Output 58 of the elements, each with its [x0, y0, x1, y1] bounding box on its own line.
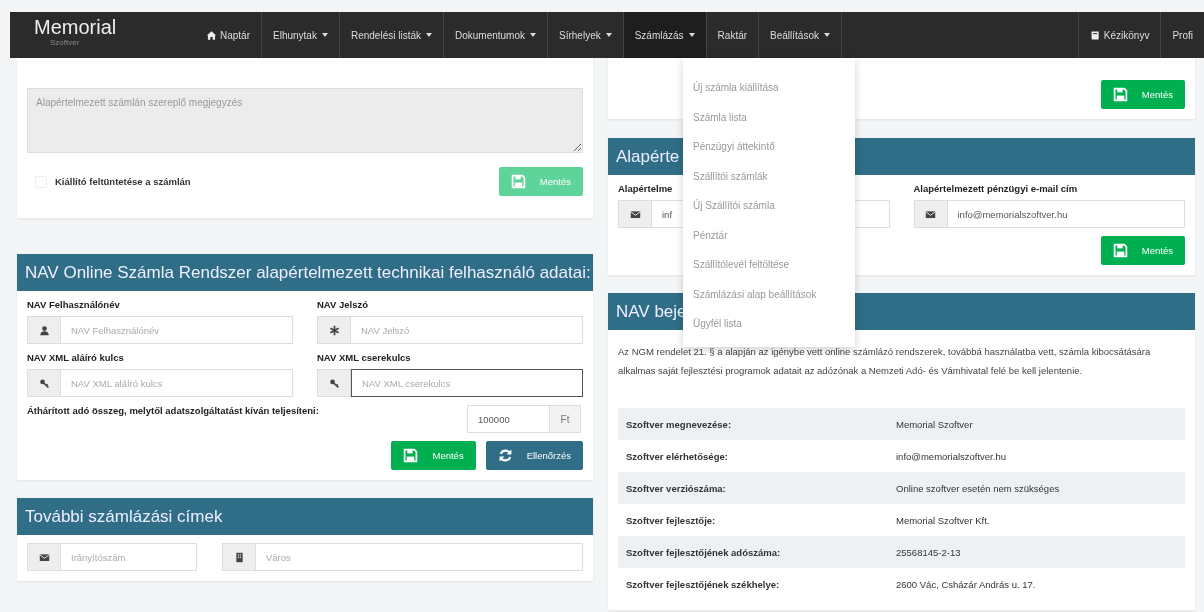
menu-item[interactable]: Pénztár: [683, 220, 728, 250]
textarea-field[interactable]: Alapértelmezett számlán szereplő megjegyzés: [27, 88, 583, 153]
table-cell-text: Szoftver verziószáma:: [625, 482, 727, 494]
table-cell-text: Online szoftver esetén nem szükséges: [895, 482, 1061, 494]
field-label: NAV XML cserekulcs: [317, 352, 412, 363]
caret-icon: [688, 33, 695, 37]
envelope-icon: [925, 208, 936, 220]
logo-subtitle: Szoftver: [50, 38, 80, 47]
caret-icon: [824, 33, 830, 37]
table-cell-text: Szoftver fejlesztője:: [625, 514, 717, 526]
table-cell-text: Szoftver elérhetősége:: [625, 450, 729, 462]
caret-icon: [530, 33, 536, 37]
logo-title: Memorial: [34, 16, 117, 38]
table-cell-text: 25568145-2-13: [895, 546, 962, 558]
home-icon: [206, 29, 217, 41]
table-cell-text: 2600 Vác, Csházár András u. 17.: [895, 578, 1037, 590]
building-icon: [233, 551, 245, 563]
table-cell-text: Memorial Szoftver: [895, 418, 974, 430]
field-label: Áthárított adó összeg, melytől adatszolgáltatást kíván teljesíteni:: [27, 405, 319, 416]
field-label: NAV Felhasználónév: [27, 299, 121, 310]
field-label: Alapértelmezett pénzügyi e-mail cím: [913, 183, 1079, 194]
save-button[interactable]: Mentés: [391, 441, 476, 470]
menu-item[interactable]: Új számla kiállítása: [683, 73, 779, 103]
caret-icon: [426, 33, 432, 37]
nav-menu-item[interactable]: Naptár: [195, 12, 261, 58]
menu-item[interactable]: Szállítólevél feltöltése: [683, 250, 790, 280]
panel-header: NAV Online Számla Rendszer alapértelmezett technikai felhasználó adatai:: [17, 254, 593, 291]
checkbox-label: Kiállító feltüntetése a számlán: [55, 176, 191, 187]
check-button[interactable]: Ellenőrzés: [485, 441, 583, 470]
menu-item[interactable]: Új Szállítói számla: [683, 191, 775, 221]
menu-item[interactable]: Számla lista: [683, 102, 747, 132]
book-icon: [1089, 29, 1101, 41]
envelope-icon: [629, 208, 641, 220]
nav-menu-item[interactable]: Számlázás: [622, 12, 706, 58]
table-cell-text: Memorial Szoftver Kft.: [895, 514, 991, 526]
input-field[interactable]: NAV XML cserekulcs: [351, 369, 583, 397]
table-cell-text: Szoftver megnevezése:: [625, 418, 733, 430]
unit-label: Ft: [550, 405, 581, 433]
table-cell-text: info@memorialszoftver.hu: [895, 450, 1007, 462]
input-field[interactable]: info@memorialszoftver.hu: [947, 200, 1185, 228]
key-icon: [38, 377, 50, 389]
table-cell-text: Szoftver fejlesztőjének székhelye:: [625, 578, 781, 590]
amount-field[interactable]: 100000: [467, 405, 550, 433]
save-button[interactable]: Mentés: [1100, 80, 1185, 109]
caret-icon: [321, 33, 328, 37]
user-icon: [38, 324, 50, 336]
panel-header: További számlázási címek: [17, 498, 593, 535]
save-button[interactable]: Mentés: [1100, 236, 1185, 265]
key-icon: [328, 377, 340, 389]
envelope-icon: [38, 551, 50, 563]
field-label: Alapértelme: [618, 183, 674, 194]
asterisk-icon: [328, 324, 340, 336]
caret-icon: [605, 33, 612, 37]
table-cell-text: Szoftver fejlesztőjének adószáma:: [625, 546, 782, 558]
description-text: Az NGM rendelet 21. § a alapján az igénybe vett online számlázó rendszerek, továbbá használatba vett, számla kibocsátására alkalmas saját fejlesztési programok adatait az adózónak a Nemzeti Adó- és Vámhivatal felé be kell jelentenie.: [618, 345, 1152, 378]
field-label: NAV XML aláíró kulcs: [27, 352, 125, 363]
field-label: NAV Jelszó: [317, 299, 370, 310]
refresh-icon: [497, 448, 513, 463]
